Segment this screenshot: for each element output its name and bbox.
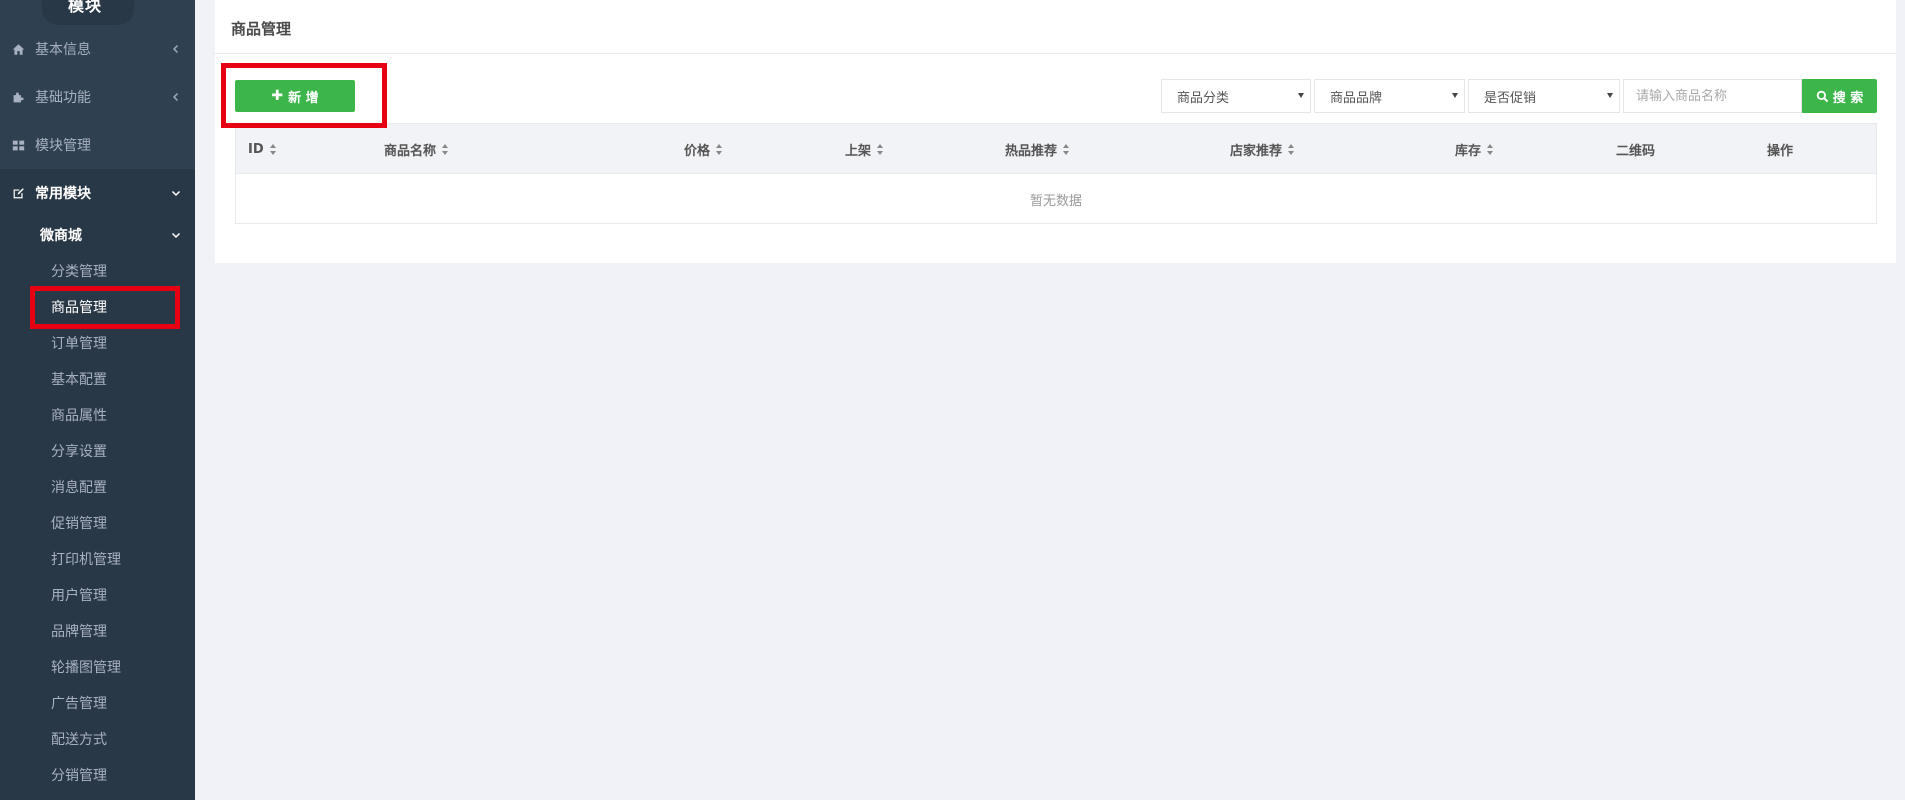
sort-icon <box>442 143 449 155</box>
sidebar: 模块 基本信息 基础功能 模块管理 常用模块 微商城 分类管理 商品管理 订单管… <box>0 0 195 800</box>
search-button-label: 搜 索 <box>1832 90 1864 106</box>
search-icon <box>1816 90 1829 102</box>
title-divider <box>215 53 1896 54</box>
column-header-actions: 操作 <box>1767 124 1793 174</box>
sort-icon <box>1063 143 1070 155</box>
sort-icon <box>1487 143 1494 155</box>
sidebar-logo: 模块 <box>68 0 103 15</box>
chevron-down-icon <box>171 232 181 239</box>
brand-select-value: 商品品牌 <box>1330 90 1383 106</box>
sidebar-item-label: 基本信息 <box>35 42 91 58</box>
grid-icon <box>10 137 26 153</box>
sidebar-subitem-basic-config[interactable]: 基本配置 <box>51 367 107 391</box>
caret-down-icon <box>1298 93 1304 98</box>
column-header-id[interactable]: ID <box>248 124 277 174</box>
column-header-label: 热品推荐 <box>1005 143 1058 159</box>
column-header-listed[interactable]: 上架 <box>845 124 884 174</box>
caret-down-icon <box>1607 93 1613 98</box>
puzzle-icon <box>10 89 26 105</box>
add-button-label: 新 增 <box>288 90 319 106</box>
sidebar-header: 模块 <box>0 0 195 25</box>
table-empty-row: 暂无数据 <box>1029 193 1082 209</box>
sidebar-item-basic-info[interactable]: 基本信息 <box>0 25 195 73</box>
category-select-value: 商品分类 <box>1177 90 1230 106</box>
column-header-label: ID <box>248 141 264 157</box>
main-panel: 商品管理 ✚ 新 增 商品分类 商品品牌 是否促销 搜 索 ID 商品名称 <box>215 0 1896 263</box>
add-product-button[interactable]: ✚ 新 增 <box>235 80 355 112</box>
promotion-select-value: 是否促销 <box>1484 90 1537 106</box>
sort-icon <box>269 143 277 155</box>
sidebar-subitem-orders[interactable]: 订单管理 <box>51 331 107 355</box>
sort-icon <box>716 143 723 155</box>
caret-down-icon <box>1452 93 1458 98</box>
sidebar-item-basic-functions[interactable]: 基础功能 <box>0 73 195 121</box>
column-header-name[interactable]: 商品名称 <box>384 124 449 174</box>
chevron-left-icon <box>173 93 178 101</box>
chevron-down-icon <box>171 190 181 197</box>
column-header-label: 库存 <box>1455 143 1482 159</box>
brand-select[interactable]: 商品品牌 <box>1314 79 1465 113</box>
sidebar-subitem-brands[interactable]: 品牌管理 <box>51 619 107 643</box>
sidebar-subitem-category[interactable]: 分类管理 <box>51 259 107 283</box>
products-table: ID 商品名称 价格 上架 热品推荐 店家推荐 库存 二维码 操作 暂无数据 <box>235 123 1877 224</box>
sidebar-subitem-carousel[interactable]: 轮播图管理 <box>51 655 121 679</box>
plus-icon: ✚ <box>271 88 284 104</box>
sidebar-subitem-share-settings[interactable]: 分享设置 <box>51 439 107 463</box>
promotion-select[interactable]: 是否促销 <box>1468 79 1620 113</box>
sidebar-subitem-users[interactable]: 用户管理 <box>51 583 107 607</box>
column-header-label: 店家推荐 <box>1230 143 1283 159</box>
column-header-label: 操作 <box>1767 143 1794 159</box>
sort-icon <box>1288 143 1295 155</box>
submenu-title-label: 微商城 <box>40 228 82 244</box>
sidebar-subitem-message-config[interactable]: 消息配置 <box>51 475 107 499</box>
sidebar-item-label: 常用模块 <box>35 186 91 202</box>
edit-icon <box>10 185 26 201</box>
sidebar-item-label: 模块管理 <box>35 138 91 154</box>
submenu-microshop[interactable]: 微商城 <box>0 218 195 252</box>
column-header-qrcode: 二维码 <box>1616 124 1655 174</box>
search-button[interactable]: 搜 索 <box>1802 79 1877 113</box>
column-header-price[interactable]: 价格 <box>684 124 723 174</box>
product-name-search-input[interactable] <box>1623 79 1802 113</box>
column-header-label: 商品名称 <box>384 143 437 159</box>
home-icon <box>10 41 26 57</box>
sidebar-subitem-attributes[interactable]: 商品属性 <box>51 403 107 427</box>
column-header-stock[interactable]: 库存 <box>1455 124 1494 174</box>
table-header: ID 商品名称 价格 上架 热品推荐 店家推荐 库存 二维码 操作 <box>236 124 1876 174</box>
category-select[interactable]: 商品分类 <box>1161 79 1311 113</box>
sidebar-subitem-distribution[interactable]: 分销管理 <box>51 763 107 787</box>
sidebar-subitem-printers[interactable]: 打印机管理 <box>51 547 121 571</box>
column-header-label: 价格 <box>684 143 711 159</box>
sidebar-item-common-modules[interactable]: 常用模块 <box>0 169 195 217</box>
sort-icon <box>877 143 884 155</box>
page-title: 商品管理 <box>231 20 292 38</box>
sidebar-item-module-management[interactable]: 模块管理 <box>0 121 195 169</box>
sidebar-item-label: 基础功能 <box>35 90 91 106</box>
column-header-hot-recommend[interactable]: 热品推荐 <box>1005 124 1070 174</box>
column-header-label: 上架 <box>845 143 872 159</box>
column-header-shop-recommend[interactable]: 店家推荐 <box>1230 124 1295 174</box>
column-header-label: 二维码 <box>1616 143 1656 159</box>
sidebar-subitem-delivery[interactable]: 配送方式 <box>51 727 107 751</box>
chevron-left-icon <box>173 45 178 53</box>
sidebar-subitem-promotions[interactable]: 促销管理 <box>51 511 107 535</box>
sidebar-subitem-ads[interactable]: 广告管理 <box>51 691 107 715</box>
sidebar-subitem-products[interactable]: 商品管理 <box>51 295 107 319</box>
